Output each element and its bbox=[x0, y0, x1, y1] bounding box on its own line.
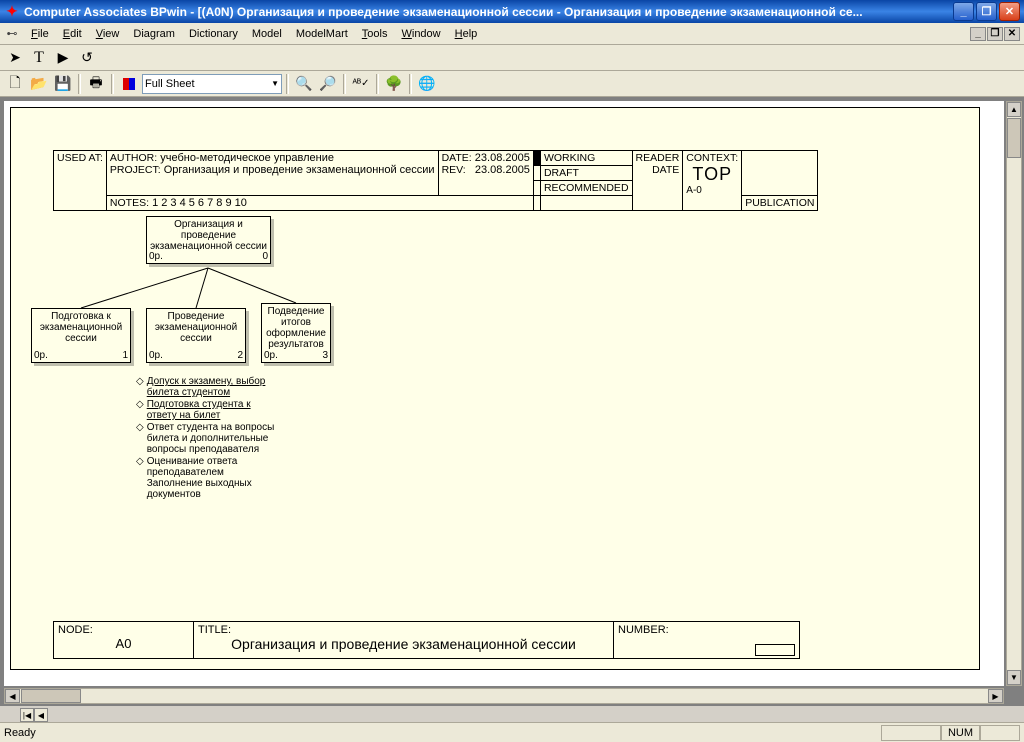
menu-model[interactable]: Model bbox=[245, 26, 289, 42]
activity-3: Ответ студента на вопросы билета и допол… bbox=[147, 422, 276, 455]
project-value: Организация и проведение экзаменационной… bbox=[164, 164, 435, 176]
date-value: 23.08.2005 bbox=[475, 152, 530, 164]
used-at-cell: USED AT: bbox=[54, 151, 107, 211]
menu-diagram[interactable]: Diagram bbox=[126, 26, 182, 42]
notes-value: 1 2 3 4 5 6 7 8 9 10 bbox=[152, 197, 247, 209]
tree-view-button[interactable]: 🌳 bbox=[383, 73, 405, 95]
context-top: TOP bbox=[686, 164, 738, 185]
menu-tools[interactable]: Tools bbox=[355, 26, 395, 42]
sheet-tabbar: |◀ ◀ bbox=[0, 706, 1024, 722]
mdi-close-button[interactable]: ✕ bbox=[1004, 27, 1020, 41]
workspace: USED AT: AUTHOR: учебно-методическое упр… bbox=[0, 97, 1024, 706]
maximize-button[interactable]: ❐ bbox=[976, 2, 997, 21]
scrollbar-vertical[interactable]: ▲ ▼ bbox=[1006, 101, 1022, 686]
tab-prev-button[interactable]: ◀ bbox=[34, 708, 48, 722]
tree-icon: ⊷ bbox=[4, 26, 20, 42]
new-button[interactable]: 🗋 bbox=[4, 73, 26, 95]
phase-publication: PUBLICATION bbox=[742, 196, 818, 211]
zoom-out-button[interactable]: 🔎 bbox=[317, 73, 339, 95]
status-num: NUM bbox=[941, 725, 980, 741]
text-tool-button[interactable]: T bbox=[28, 47, 50, 69]
zoom-in-button[interactable]: 🔍 bbox=[293, 73, 315, 95]
node-root[interactable]: Организация и проведение экзаменационной… bbox=[146, 216, 271, 264]
menu-modelmart[interactable]: ModelMart bbox=[289, 26, 355, 42]
status-ready: Ready bbox=[4, 727, 36, 739]
idef-page: USED AT: AUTHOR: учебно-методическое упр… bbox=[10, 107, 980, 670]
diagram-canvas[interactable]: USED AT: AUTHOR: учебно-методическое упр… bbox=[4, 101, 1004, 686]
menu-view[interactable]: View bbox=[89, 26, 127, 42]
mdi-restore-button[interactable]: ❐ bbox=[987, 27, 1003, 41]
menubar: ⊷ File Edit View Diagram Dictionary Mode… bbox=[0, 23, 1024, 45]
mdi-minimize-button[interactable]: _ bbox=[970, 27, 986, 41]
phase-draft: DRAFT bbox=[540, 166, 632, 181]
activity-2: Подготовка студента к ответу на билет bbox=[147, 399, 276, 421]
scrollbar-horizontal[interactable]: ◀ ▶ bbox=[4, 688, 1004, 704]
zoom-select[interactable]: Full Sheet bbox=[142, 74, 282, 94]
window-title: Computer Associates BPwin - [(A0N) Орган… bbox=[24, 5, 951, 19]
idef-footer: NODE: A0 TITLE: Организация и проведение… bbox=[53, 621, 800, 659]
open-button[interactable]: 📂 bbox=[28, 73, 50, 95]
activity-list: ◇Допуск к экзамену, выбор билета студент… bbox=[136, 376, 276, 501]
scroll-up-button[interactable]: ▲ bbox=[1007, 102, 1021, 117]
node-child-3[interactable]: Подведение итогов оформление результатов… bbox=[261, 303, 331, 363]
scroll-right-button[interactable]: ▶ bbox=[988, 689, 1003, 703]
footer-title: Организация и проведение экзаменационной… bbox=[198, 636, 609, 652]
phase-recommended: RECOMMENDED bbox=[540, 181, 632, 196]
window-titlebar: ✦ Computer Associates BPwin - [(A0N) Орг… bbox=[0, 0, 1024, 23]
scroll-left-button[interactable]: ◀ bbox=[5, 689, 20, 703]
node-child-2[interactable]: Проведение экзаменационной сессии 0р.2 bbox=[146, 308, 246, 363]
tab-first-button[interactable]: |◀ bbox=[20, 708, 34, 722]
print-button[interactable]: 🖶 bbox=[85, 73, 107, 95]
menu-window[interactable]: Window bbox=[394, 26, 447, 42]
activity-1: Допуск к экзамену, выбор билета студенто… bbox=[147, 376, 276, 398]
pointer-tool-button[interactable]: ➤ bbox=[4, 47, 26, 69]
statusbar: Ready NUM bbox=[0, 722, 1024, 742]
menu-help[interactable]: Help bbox=[448, 26, 485, 42]
save-button[interactable]: 💾 bbox=[52, 73, 74, 95]
scroll-thumb-v[interactable] bbox=[1007, 118, 1021, 158]
spellcheck-button[interactable]: ᴬᴮ✓ bbox=[350, 73, 372, 95]
activity-4: Оценивание ответа преподавателем Заполне… bbox=[147, 456, 276, 500]
menu-dictionary[interactable]: Dictionary bbox=[182, 26, 245, 42]
undo-loop-button[interactable]: ↺ bbox=[76, 47, 98, 69]
scroll-thumb-h[interactable] bbox=[21, 689, 81, 703]
minimize-button[interactable]: _ bbox=[953, 2, 974, 21]
close-button[interactable]: ✕ bbox=[999, 2, 1020, 21]
menu-edit[interactable]: Edit bbox=[56, 26, 89, 42]
node-child-1[interactable]: Подготовка к экзаменационной сессии 0р.1 bbox=[31, 308, 131, 363]
phase-working: WORKING bbox=[540, 151, 632, 166]
app-icon: ✦ bbox=[4, 4, 20, 20]
menu-file[interactable]: File bbox=[24, 26, 56, 42]
idef-header: USED AT: AUTHOR: учебно-методическое упр… bbox=[53, 150, 818, 211]
globe-button[interactable]: 🌐 bbox=[416, 73, 438, 95]
rev-value: 23.08.2005 bbox=[475, 164, 530, 176]
scroll-down-button[interactable]: ▼ bbox=[1007, 670, 1021, 685]
author-value: учебно-методическое управление bbox=[160, 152, 334, 164]
toolbar-standard: 🗋 📂 💾 🖶 Full Sheet 🔍 🔎 ᴬᴮ✓ 🌳 🌐 bbox=[0, 71, 1024, 97]
palette-button[interactable] bbox=[118, 73, 140, 95]
footer-node: A0 bbox=[58, 636, 189, 651]
run-tool-button[interactable]: ▶ bbox=[52, 47, 74, 69]
toolbar-modeling: ➤ T ▶ ↺ bbox=[0, 45, 1024, 71]
